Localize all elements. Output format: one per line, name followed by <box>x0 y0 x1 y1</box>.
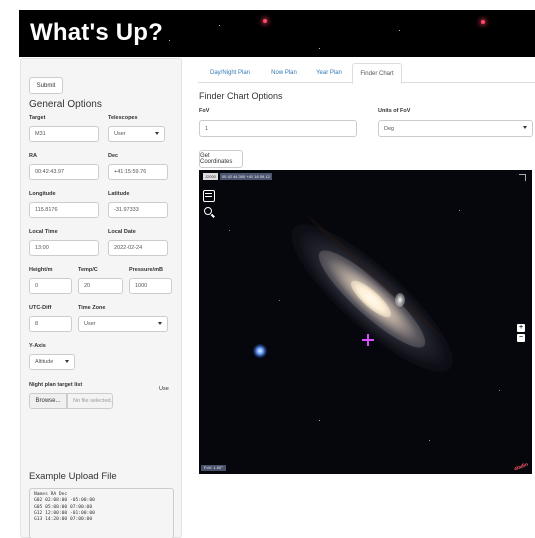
y-axis-select[interactable]: Altitude <box>29 354 75 370</box>
tab-finder-chart[interactable]: Finder Chart <box>352 63 402 84</box>
pressure-input[interactable]: 1000 <box>129 278 172 294</box>
chevron-down-icon <box>65 360 69 363</box>
telescopes-select-value: User <box>114 131 126 137</box>
decorative-star <box>481 20 485 24</box>
latitude-input[interactable]: -31.97333 <box>108 202 168 218</box>
sky-toolbar: J2000 00 42 44.300 +41 16 09.12 <box>203 173 272 180</box>
telescopes-label: Telescopes <box>108 115 138 121</box>
example-upload-code: Names RA Dec G02 02:08:00 -05:00:00 G05 … <box>29 488 174 538</box>
temp-input[interactable]: 20 <box>78 278 123 294</box>
chevron-down-icon <box>155 132 159 135</box>
latitude-label: Latitude <box>108 191 130 197</box>
chevron-down-icon <box>158 322 162 325</box>
temp-label: Temp/C <box>78 267 98 273</box>
survey-frame-select[interactable]: J2000 <box>203 173 218 180</box>
local-time-input[interactable]: 13:00 <box>29 240 99 256</box>
tab-year-plan[interactable]: Year Plan <box>308 63 350 83</box>
sidebar-panel: Submit General Options Target Telescopes… <box>20 58 182 538</box>
file-name-field[interactable]: No file selected. <box>67 393 113 409</box>
fov-units-select[interactable]: Deg <box>378 120 533 137</box>
local-date-input[interactable]: 2022-02-24 <box>108 240 168 256</box>
decorative-star <box>399 30 400 31</box>
fov-units-label: Units of FoV <box>378 108 411 114</box>
night-plan-label: Night plan target list <box>29 382 83 388</box>
target-reticle-icon <box>362 334 374 346</box>
y-axis-label: Y-Axis <box>29 343 46 349</box>
fov-input[interactable]: 1 <box>199 120 357 137</box>
ra-label: RA <box>29 153 37 159</box>
utc-diff-input[interactable]: 8 <box>29 316 72 332</box>
background-star <box>499 390 500 391</box>
time-zone-select[interactable]: User <box>78 316 168 332</box>
local-date-label: Local Date <box>108 229 136 235</box>
background-star <box>279 300 280 301</box>
fov-label: FoV <box>199 108 210 114</box>
time-zone-select-value: User <box>84 321 96 327</box>
fullscreen-icon[interactable] <box>519 174 526 181</box>
background-star <box>229 230 230 231</box>
target-input[interactable]: M31 <box>29 126 99 142</box>
y-axis-select-value: Altitude <box>35 359 54 365</box>
zoom-out-button[interactable]: − <box>517 334 525 342</box>
decorative-star <box>319 48 320 49</box>
background-star <box>429 440 430 441</box>
longitude-input[interactable]: 115.8176 <box>29 202 99 218</box>
use-label: Use <box>159 386 169 392</box>
utc-diff-label: UTC-Diff <box>29 305 52 311</box>
bright-blue-star <box>253 344 267 358</box>
example-upload-heading: Example Upload File <box>29 471 117 482</box>
satellite-galaxy <box>395 293 405 307</box>
dec-input[interactable]: +41:15:59.76 <box>108 164 168 180</box>
background-star <box>459 210 460 211</box>
app-header: What's Up? <box>19 10 535 57</box>
app-title: What's Up? <box>30 19 164 46</box>
height-input[interactable]: 0 <box>29 278 72 294</box>
tab-day-night-plan[interactable]: Day/Night Plan <box>200 63 260 83</box>
decorative-star <box>263 19 267 23</box>
sky-viewer[interactable]: J2000 00 42 44.300 +41 16 09.12 + − FoV:… <box>199 170 532 474</box>
layers-icon[interactable] <box>203 190 215 202</box>
time-zone-label: Time Zone <box>78 305 106 311</box>
pressure-label: Pressure/mB <box>129 267 163 273</box>
coordinate-readout: 00 42 44.300 +41 16 09.12 <box>219 173 272 180</box>
background-star <box>319 420 320 421</box>
tab-now-plan[interactable]: Now Plan <box>262 63 306 83</box>
search-icon[interactable] <box>203 207 215 219</box>
tab-bar: Day/Night Plan Now Plan Year Plan Finder… <box>198 63 535 84</box>
submit-button[interactable]: Submit <box>29 77 63 94</box>
decorative-star <box>219 25 220 26</box>
longitude-label: Longitude <box>29 191 56 197</box>
ra-input[interactable]: 00:42:43.97 <box>29 164 99 180</box>
local-time-label: Local Time <box>29 229 58 235</box>
chevron-down-icon <box>523 126 527 129</box>
telescopes-select[interactable]: User <box>108 126 165 142</box>
decorative-star <box>169 40 170 41</box>
finder-options-heading: Finder Chart Options <box>199 91 283 101</box>
height-label: Height/m <box>29 267 53 273</box>
zoom-in-button[interactable]: + <box>517 324 525 332</box>
aladin-logo: aladin <box>512 461 529 473</box>
fov-units-select-value: Deg <box>384 125 395 132</box>
dec-label: Dec <box>108 153 119 159</box>
fov-readout: FoV: 1.00° <box>201 465 226 471</box>
target-label: Target <box>29 115 46 121</box>
general-options-heading: General Options <box>29 99 102 110</box>
browse-button[interactable]: Browse... <box>29 393 67 409</box>
get-coordinates-button[interactable]: Get Coordinates <box>199 150 243 168</box>
